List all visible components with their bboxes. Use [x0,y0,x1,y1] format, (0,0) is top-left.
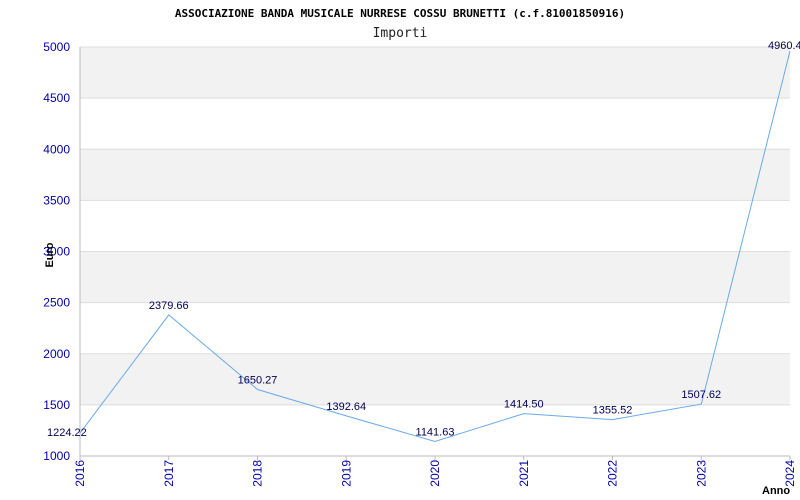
x-tick-2017: 2017 [162,460,176,487]
chart-title: ASSOCIAZIONE BANDA MUSICALE NURRESE COSS… [175,7,625,20]
data-label-2017: 2379.66 [149,300,189,312]
x-axis-label: Anno [762,485,790,497]
y-tick-4000: 4000 [43,142,70,156]
data-label-2019: 1392.64 [326,401,366,413]
x-tick-labels: 2016 2017 2018 2019 2020 2021 2022 2023 2024 [73,456,797,487]
y-axis-label: Euro [44,242,56,267]
y-tick-5000: 5000 [43,40,70,54]
x-tick-2023: 2023 [694,460,708,487]
line-chart: 100015002000250030003500400045005000 201… [43,7,800,497]
x-tick-2022: 2022 [606,460,620,487]
y-tick-1000: 1000 [43,449,70,463]
data-label-2023: 1507.62 [681,389,721,401]
y-tick-1500: 1500 [43,398,70,412]
y-tick-4500: 4500 [43,91,70,105]
data-label-2022: 1355.52 [593,405,633,417]
background-bands [80,47,790,405]
data-label-2021: 1414.50 [504,399,544,411]
band-4500 [80,47,790,99]
chart-subtitle: Importi [373,26,428,41]
data-label-2016: 1224.22 [47,427,87,439]
x-tick-2018: 2018 [251,460,265,487]
band-3500 [80,149,790,201]
x-tick-2020: 2020 [428,460,442,487]
data-label-2020: 1141.63 [416,427,455,439]
band-2500 [80,251,790,303]
x-tick-2021: 2021 [517,460,531,487]
x-tick-2019: 2019 [339,460,353,487]
x-tick-2024: 2024 [783,460,797,487]
y-tick-3500: 3500 [43,193,70,207]
data-label-2018: 1650.27 [238,375,278,387]
y-tick-2500: 2500 [43,296,70,310]
y-tick-2000: 2000 [43,347,70,361]
data-label-2024: 4960.4 [768,40,800,52]
x-tick-2016: 2016 [73,460,87,487]
